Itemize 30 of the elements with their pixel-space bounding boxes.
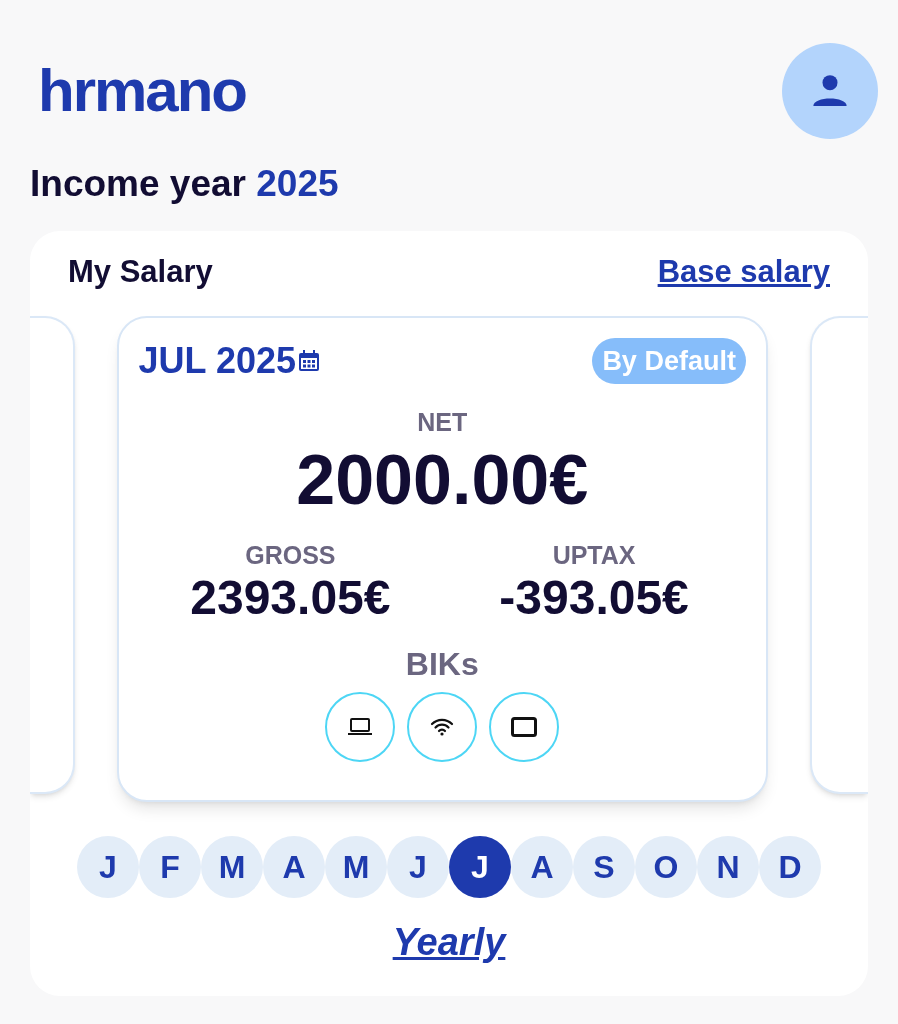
uptax-label: UPTAX bbox=[552, 543, 636, 568]
month-button[interactable]: O bbox=[635, 835, 697, 898]
month-button[interactable]: J bbox=[449, 835, 511, 898]
calendar-icon[interactable] bbox=[298, 349, 320, 372]
month-button[interactable]: D bbox=[759, 835, 821, 898]
gross-amount: 2393.05€ bbox=[190, 574, 391, 622]
month-button[interactable]: A bbox=[263, 835, 325, 898]
biks-label: BIKs bbox=[405, 648, 479, 680]
net-amount: 2000.00€ bbox=[296, 445, 589, 515]
month-button[interactable]: S bbox=[573, 835, 635, 898]
gross-label: GROSS bbox=[245, 543, 336, 568]
section-heading: My Salary bbox=[68, 253, 213, 291]
month-button[interactable]: N bbox=[697, 835, 759, 898]
wifi-icon bbox=[430, 718, 455, 736]
app-logo: hrmano bbox=[38, 61, 247, 121]
uptax-amount: -393.05€ bbox=[499, 574, 689, 622]
month-button[interactable]: J bbox=[387, 835, 449, 898]
default-badge: By Default bbox=[592, 337, 746, 384]
month-button[interactable]: J bbox=[77, 835, 139, 898]
tablet-icon bbox=[511, 717, 538, 737]
month-button[interactable]: A bbox=[511, 835, 573, 898]
month-title: JUL 2025 bbox=[138, 342, 296, 379]
net-label: NET bbox=[417, 410, 468, 435]
yearly-link[interactable]: Yearly bbox=[392, 913, 506, 971]
page-title: Income year 2025 bbox=[30, 163, 339, 204]
laptop-icon bbox=[347, 718, 374, 736]
month-button[interactable]: F bbox=[139, 835, 201, 898]
month-button[interactable]: M bbox=[325, 835, 387, 898]
base-salary-link[interactable]: Base salary bbox=[657, 249, 830, 296]
month-button[interactable]: M bbox=[201, 835, 263, 898]
